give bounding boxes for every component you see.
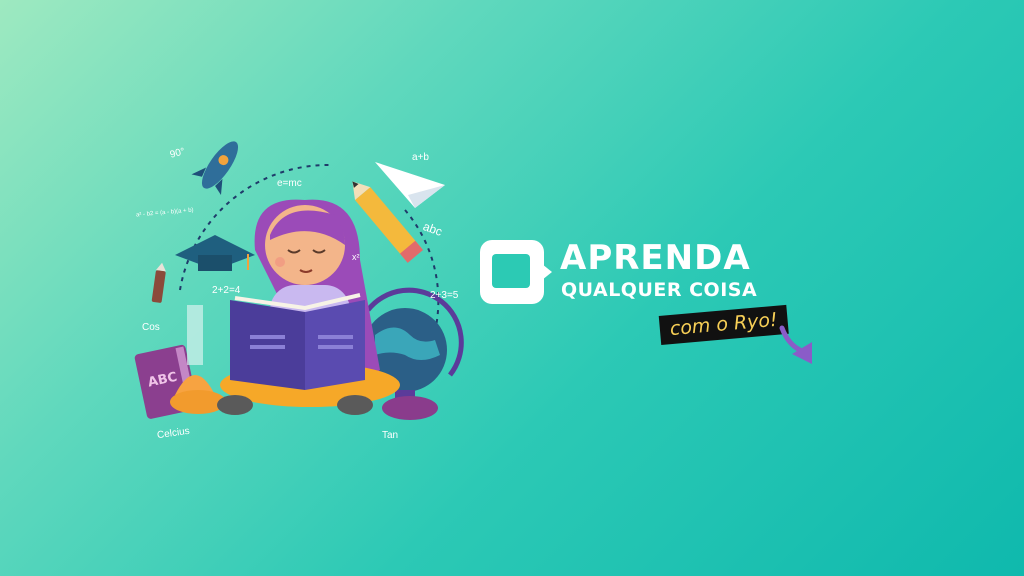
tagline-text: com o Ryo! — [668, 308, 779, 341]
brand-block: APRENDA QUALQUER COISA com o Ryo! — [480, 238, 900, 368]
formula-2-plus-2: 2+2=4 — [212, 285, 241, 296]
formula-x-squared: x² — [352, 252, 360, 262]
formula-2-plus-3: 2+3=5 — [430, 290, 459, 301]
logo-speech-tail — [542, 264, 552, 280]
formula-emc: e=mc — [277, 178, 302, 189]
formula-a-plus-b: a+b — [412, 152, 429, 163]
tagline-badge: com o Ryo! — [658, 304, 789, 345]
globe-icon — [363, 287, 464, 420]
ryo-logo-icon — [480, 240, 544, 304]
formula-tan: Tan — [382, 430, 399, 441]
hero-illustration: ABC 90° e=mc a+b abc a² - b2 = (a - b)(a… — [120, 140, 480, 450]
headline-qualquer-coisa: QUALQUER COISA — [561, 279, 758, 301]
headline-aprenda: APRENDA — [560, 238, 751, 278]
crayon-icon — [151, 262, 166, 303]
paper-plane-icon — [375, 162, 445, 208]
logo-screen — [492, 254, 530, 288]
rocket-icon — [191, 141, 239, 195]
graduation-cap-icon — [175, 235, 255, 271]
curved-arrow-icon — [779, 325, 812, 364]
formula-cos: Cos — [142, 322, 160, 333]
